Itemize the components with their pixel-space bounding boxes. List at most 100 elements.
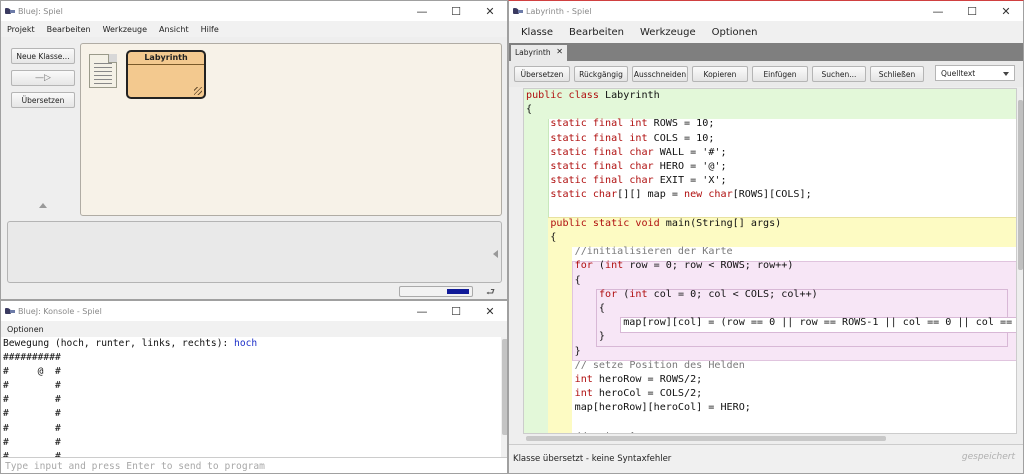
compile-status: Klasse übersetzt - keine Syntaxfehler (513, 454, 672, 464)
code-line: } (526, 331, 606, 343)
code-line: // setze Position des Helden (574, 359, 745, 371)
menu-ansicht[interactable]: Ansicht (153, 25, 195, 34)
code-editor[interactable]: public class Labyrinth { static final int… (523, 88, 1017, 434)
console-scrollbar[interactable] (501, 337, 507, 457)
console-line: # # (3, 436, 61, 448)
cut-button[interactable]: Ausschneiden (632, 66, 688, 82)
class-labyrinth-box[interactable]: Labyrinth (126, 50, 206, 99)
code-line: for (int row = 0; row < ROWS; row++) (574, 260, 794, 272)
bluej-main-window: BlueJ: Spiel — ☐ ✕ Projekt Bearbeiten We… (0, 0, 508, 300)
code-line: map[heroRow][heroCol] = HERO; (526, 402, 751, 414)
menu-hilfe[interactable]: Hilfe (195, 25, 225, 34)
menu-optionen[interactable]: Optionen (1, 325, 50, 334)
bluej-console-window: BlueJ: Konsole - Spiel — ☐ ✕ Optionen Be… (0, 300, 508, 474)
main-side-buttons: Neue Klasse... —▷ Übersetzen (11, 48, 75, 114)
collapse-up-icon[interactable] (39, 203, 47, 208)
code-line: static char[][] map = new char[ROWS][COL… (550, 189, 812, 201)
vm-progress-bar (399, 286, 473, 297)
console-line: ########## (3, 352, 61, 364)
editor-vscroll-thumb[interactable] (1018, 100, 1023, 270)
console-titlebar: BlueJ: Konsole - Spiel — ☐ ✕ (1, 301, 507, 321)
class-labyrinth-name: Labyrinth (128, 52, 204, 65)
tab-label: Labyrinth (515, 48, 551, 57)
menu-werkzeuge[interactable]: Werkzeuge (97, 25, 153, 34)
editor-window: Labyrinth - Spiel — ☐ ✕ Klasse Bearbeite… (508, 0, 1024, 474)
maximize-icon[interactable]: ☐ (439, 1, 473, 21)
find-button[interactable]: Suchen... (812, 66, 866, 82)
view-select[interactable]: Quelltext (935, 65, 1015, 81)
editor-hscroll-thumb[interactable] (526, 436, 886, 441)
console-menubar: Optionen (1, 321, 507, 337)
console-line: # # (3, 380, 61, 392)
menu-bearbeiten[interactable]: Bearbeiten (561, 27, 632, 38)
code-line: // setze Ausgang (526, 430, 1016, 433)
main-window-title: BlueJ: Spiel (18, 6, 63, 16)
undo-button[interactable]: Rückgängig (574, 66, 628, 82)
code-line: map[row][col] = (row == 0 || row == ROWS… (623, 317, 1013, 329)
reset-vm-icon[interactable]: ⮐ (486, 285, 495, 299)
code-line: for (int col = 0; col < COLS; col++) (598, 288, 818, 300)
console-prompt: Bewegung (hoch, runter, links, rechts): (3, 338, 235, 349)
compile-button[interactable]: Übersetzen (11, 92, 75, 108)
code-line: static final int COLS = 10; (550, 132, 715, 144)
code-line: static final char WALL = '#'; (550, 146, 727, 158)
code-line: { (526, 232, 557, 244)
main-titlebar: BlueJ: Spiel — ☐ ✕ (1, 1, 507, 21)
close-button[interactable]: Schließen (870, 66, 924, 82)
console-line: # # (3, 408, 61, 420)
new-class-button[interactable]: Neue Klasse... (11, 48, 75, 64)
tab-labyrinth[interactable]: Labyrinth ✕ (511, 45, 567, 61)
compile-button[interactable]: Übersetzen (514, 66, 570, 82)
editor-titlebar: Labyrinth - Spiel — ☐ ✕ (509, 1, 1023, 21)
class-diagram-area[interactable]: Labyrinth (80, 43, 502, 216)
menu-projekt[interactable]: Projekt (1, 25, 41, 34)
vm-progress-fill (447, 289, 469, 294)
maximize-icon[interactable]: ☐ (439, 301, 473, 321)
paste-button[interactable]: Einfügen (752, 66, 808, 82)
minimize-icon[interactable]: — (405, 1, 439, 21)
editor-statusbar: Klasse übersetzt - keine Syntaxfehler ge… (509, 444, 1023, 473)
copy-button[interactable]: Kopieren (692, 66, 748, 82)
editor-vertical-scrollbar[interactable] (1017, 88, 1023, 434)
uses-arrow-button[interactable]: —▷ (11, 70, 75, 86)
minimize-icon[interactable]: — (405, 301, 439, 321)
maximize-icon[interactable]: ☐ (955, 1, 989, 21)
close-icon[interactable]: ✕ (473, 301, 507, 321)
console-user-input: hoch (234, 338, 258, 349)
tab-close-icon[interactable]: ✕ (556, 47, 563, 56)
readme-document-icon[interactable] (89, 54, 117, 88)
console-line: # # (3, 394, 61, 406)
console-output[interactable]: Bewegung (hoch, runter, links, rechts): … (1, 337, 501, 457)
code-line: public static void main(String[] args) (550, 217, 782, 229)
main-menubar: Projekt Bearbeiten Werkzeuge Ansicht Hil… (1, 21, 507, 37)
menu-bearbeiten[interactable]: Bearbeiten (41, 25, 97, 34)
close-icon[interactable]: ✕ (989, 1, 1023, 21)
console-line: # @ # (3, 366, 61, 378)
code-line: static final char EXIT = 'X'; (550, 175, 727, 187)
editor-horizontal-scrollbar[interactable] (523, 435, 1017, 442)
bluej-logo-icon (513, 7, 523, 15)
code-text: public class Labyrinth { static final int… (526, 89, 1016, 433)
code-line: //initialisieren der Karte (574, 246, 733, 258)
object-bench[interactable] (7, 221, 502, 283)
menu-klasse[interactable]: Klasse (513, 27, 561, 38)
console-input-field[interactable]: Type input and press Enter to send to pr… (1, 457, 507, 473)
code-line: { (526, 274, 581, 286)
code-line: { (526, 303, 606, 315)
code-line: static final int ROWS = 10; (550, 118, 715, 130)
console-window-title: BlueJ: Konsole - Spiel (18, 306, 102, 316)
menu-optionen[interactable]: Optionen (704, 27, 766, 38)
menu-werkzeuge[interactable]: Werkzeuge (632, 27, 704, 38)
code-line: int heroRow = ROWS/2; (574, 374, 703, 386)
editor-menubar: Klasse Bearbeiten Werkzeuge Optionen (509, 21, 1023, 43)
minimize-icon[interactable]: — (921, 1, 955, 21)
code-line: public class Labyrinth (526, 90, 660, 101)
code-line: int heroCol = COLS/2; (574, 388, 703, 400)
bluej-logo-icon (5, 307, 15, 315)
close-icon[interactable]: ✕ (473, 1, 507, 21)
bench-collapse-icon[interactable] (493, 250, 498, 258)
saved-indicator: gespeichert (961, 452, 1015, 462)
bluej-logo-icon (5, 7, 15, 15)
